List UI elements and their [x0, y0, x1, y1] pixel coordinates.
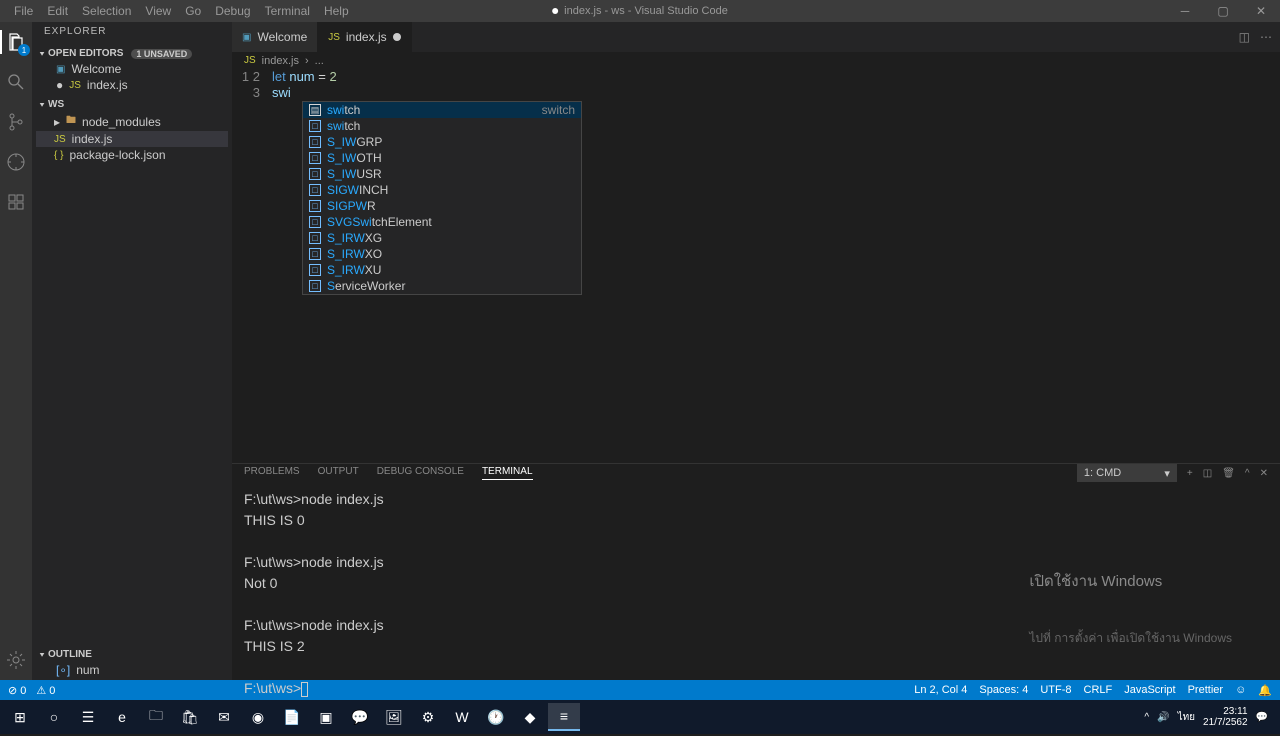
taskbar-taskview-icon[interactable]: ☰ [72, 703, 104, 731]
chevron-down-icon: ▾ [40, 651, 44, 658]
panel-tab-output[interactable]: OUTPUT [318, 466, 359, 480]
menu-debug[interactable]: Debug [209, 2, 256, 20]
terminal-selector[interactable]: 1: cmd ▾ [1077, 464, 1177, 482]
outline-section: ▾ OUTLINE [∘] num [32, 645, 232, 680]
status-item[interactable]: ⚠ 0 [36, 684, 55, 697]
taskbar-edge-icon[interactable]: e [106, 703, 138, 731]
menu-help[interactable]: Help [318, 2, 355, 20]
dirty-dot-icon [552, 8, 558, 14]
terminal-cursor [301, 682, 308, 697]
close-panel-icon[interactable]: ✕ [1260, 468, 1268, 479]
debug-icon[interactable] [4, 150, 28, 174]
taskbar-start-icon[interactable]: ⊞ [4, 703, 36, 731]
close-button[interactable]: ✕ [1242, 0, 1280, 22]
terminal[interactable]: F:\ut\ws>node index.js THIS IS 0 F:\ut\w… [232, 482, 1280, 736]
open-editor-item[interactable]: ▣Welcome [36, 61, 228, 77]
menu-bar: FileEditSelectionViewGoDebugTerminalHelp [8, 2, 355, 20]
panel: PROBLEMS OUTPUT DEBUG CONSOLE TERMINAL 1: c… [232, 463, 1280, 680]
breadcrumb[interactable]: JS index.js › ... [232, 52, 1280, 69]
editor-tab[interactable]: ▣Welcome [232, 22, 318, 52]
chevron-down-icon: ▾ [40, 50, 44, 57]
maximize-button[interactable]: ▢ [1204, 0, 1242, 22]
more-icon[interactable]: ⋯ [1260, 30, 1272, 44]
suggest-item[interactable]: □SVGSwitchElement [303, 214, 581, 230]
sidebar: EXPLORER ▾ OPEN EDITORS 1 UNSAVED ▣Welco… [32, 22, 232, 680]
chevron-down-icon: ▾ [40, 101, 44, 108]
workspace-section: ▾ WS ▸ 🖿 node_modulesJS index.js{ } pack… [32, 95, 232, 165]
menu-view[interactable]: View [139, 2, 177, 20]
open-editor-item[interactable]: ●JSindex.js [36, 77, 228, 93]
open-editors-title[interactable]: ▾ OPEN EDITORS 1 UNSAVED [36, 46, 228, 61]
unsaved-badge: 1 UNSAVED [131, 49, 192, 59]
search-icon[interactable] [4, 70, 28, 94]
file-tree-item[interactable]: JS index.js [36, 131, 228, 147]
suggest-item[interactable]: □S_IWOTH [303, 150, 581, 166]
suggest-item[interactable]: □S_IWGRP [303, 134, 581, 150]
panel-tab-terminal[interactable]: TERMINAL [482, 466, 533, 480]
chevron-down-icon: ▾ [1164, 467, 1170, 480]
taskbar-search-icon[interactable]: ○ [38, 703, 70, 731]
status-item[interactable]: ⊘ 0 [8, 684, 26, 697]
file-tree-item[interactable]: ▸ 🖿 node_modules [36, 112, 228, 131]
suggest-item[interactable]: □S_IRWXO [303, 246, 581, 262]
kill-terminal-icon[interactable]: 🗑 [1222, 468, 1235, 479]
split-editor-icon[interactable]: ◫ [1239, 30, 1250, 44]
git-icon[interactable] [4, 110, 28, 134]
code-editor[interactable]: 1 2 3 let num = 2 swi ▤switchswitch□swit… [232, 69, 1280, 463]
suggest-item[interactable]: ▤switchswitch [303, 102, 581, 118]
titlebar: FileEditSelectionViewGoDebugTerminalHelp… [0, 0, 1280, 22]
suggest-item[interactable]: □switch [303, 118, 581, 134]
outline-item[interactable]: [∘] num [36, 662, 228, 678]
editor-tabs: ▣WelcomeJSindex.js ◫ ⋯ [232, 22, 1280, 52]
maximize-panel-icon[interactable]: ^ [1245, 468, 1250, 479]
suggest-widget[interactable]: ▤switchswitch□switch□S_IWGRP□S_IWOTH□S_I… [302, 101, 582, 295]
js-icon: JS [244, 55, 256, 66]
workspace-title[interactable]: ▾ WS [36, 97, 228, 112]
extensions-icon[interactable] [4, 190, 28, 214]
menu-terminal[interactable]: Terminal [259, 2, 316, 20]
line-gutter: 1 2 3 [232, 69, 272, 463]
menu-selection[interactable]: Selection [76, 2, 137, 20]
panel-tabs: PROBLEMS OUTPUT DEBUG CONSOLE TERMINAL 1: c… [232, 464, 1280, 482]
suggest-item[interactable]: □SIGPWR [303, 198, 581, 214]
suggest-item[interactable]: □ServiceWorker [303, 278, 581, 294]
menu-file[interactable]: File [8, 2, 39, 20]
panel-tab-problems[interactable]: PROBLEMS [244, 466, 300, 480]
sidebar-header: EXPLORER [32, 22, 232, 44]
suggest-item[interactable]: □S_IRWXU [303, 262, 581, 278]
editor-area: ▣WelcomeJSindex.js ◫ ⋯ JS index.js › ...… [232, 22, 1280, 680]
suggest-item[interactable]: □SIGWINCH [303, 182, 581, 198]
window-controls: ─ ▢ ✕ [1166, 0, 1280, 22]
menu-edit[interactable]: Edit [41, 2, 74, 20]
explorer-icon[interactable]: 1 [4, 30, 28, 54]
dirty-indicator [393, 33, 401, 41]
settings-icon[interactable] [4, 648, 28, 672]
split-terminal-icon[interactable]: ◫ [1203, 468, 1212, 479]
editor-actions: ◫ ⋯ [1239, 22, 1280, 52]
title-text: index.js - ws - Visual Studio Code [564, 5, 728, 17]
taskbar-store-icon[interactable]: 🛍 [174, 703, 206, 731]
panel-tab-debug-console[interactable]: DEBUG CONSOLE [377, 466, 464, 480]
window-title: index.js - ws - Visual Studio Code [552, 5, 728, 17]
menu-go[interactable]: Go [179, 2, 207, 20]
explorer-badge: 1 [18, 44, 30, 56]
editor-tab[interactable]: JSindex.js [318, 22, 411, 52]
file-tree-item[interactable]: { } package-lock.json [36, 147, 228, 163]
minimize-button[interactable]: ─ [1166, 0, 1204, 22]
activity-bar: 1 [0, 22, 32, 680]
outline-title[interactable]: ▾ OUTLINE [36, 647, 228, 662]
windows-watermark: เปิดใช้งาน Windows ไปที่ การตั้งค่า เพื่… [1029, 534, 1232, 686]
suggest-item[interactable]: □S_IRWXG [303, 230, 581, 246]
open-editors-section: ▾ OPEN EDITORS 1 UNSAVED ▣Welcome●JSinde… [32, 44, 232, 95]
new-terminal-icon[interactable]: + [1187, 468, 1193, 479]
suggest-item[interactable]: □S_IWUSR [303, 166, 581, 182]
taskbar-folder-icon[interactable]: 🗀 [140, 703, 172, 731]
chevron-right-icon: › [305, 55, 309, 67]
